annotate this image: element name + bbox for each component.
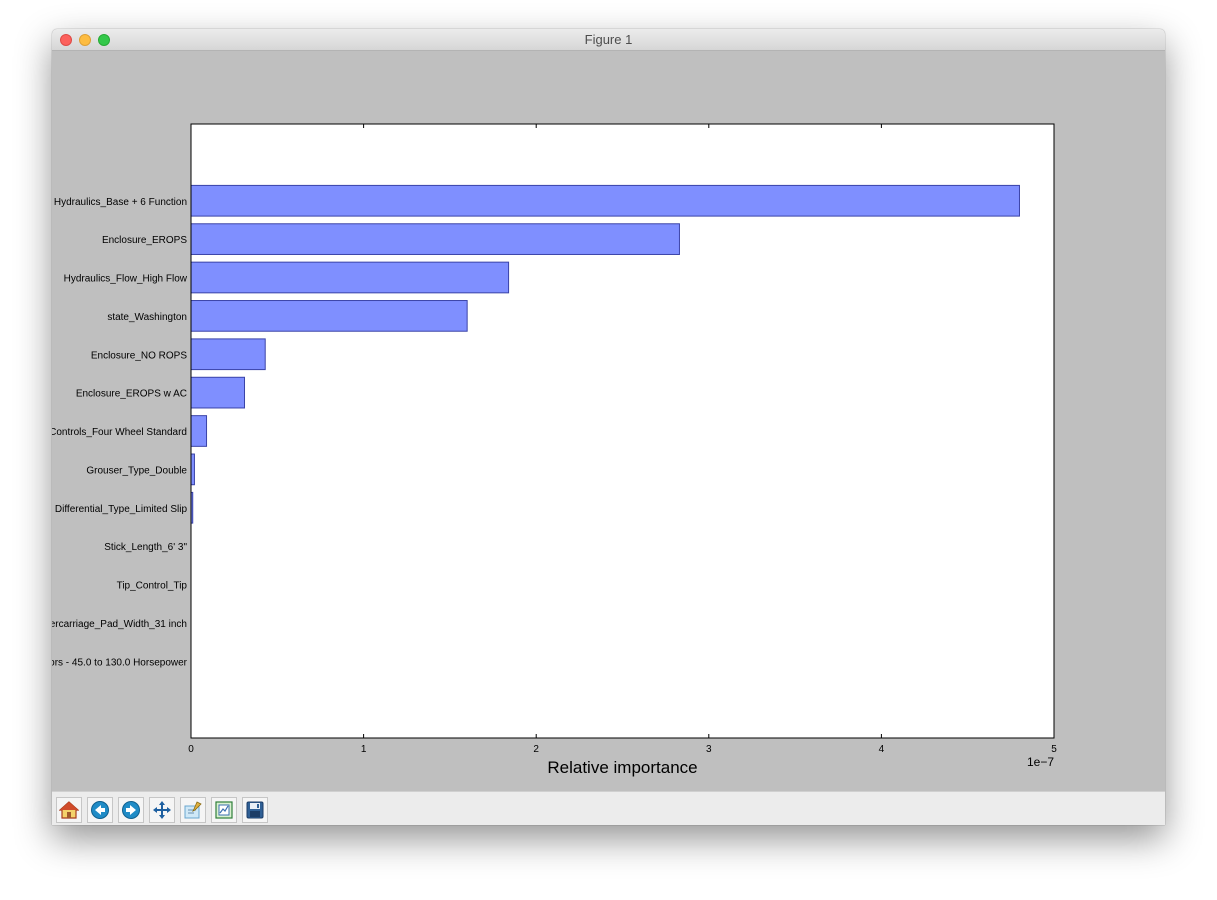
x-axis-offset-text: 1e−7 (1027, 755, 1054, 769)
y-tick-label: Undercarriage_Pad_Width_31 inch (52, 619, 187, 630)
x-tick-label: 5 (1051, 744, 1057, 755)
back-button[interactable] (87, 797, 113, 823)
y-tick-label: Enclosure_EROPS w AC (76, 389, 187, 400)
bar (190, 223, 680, 255)
back-icon (91, 801, 109, 819)
zoom-icon (184, 801, 202, 819)
x-tick-label: 0 (188, 744, 194, 755)
zoom-button[interactable] (180, 797, 206, 823)
subplots-icon (215, 801, 233, 819)
navigation-toolbar (52, 791, 1165, 825)
home-button[interactable] (56, 797, 82, 823)
subplots-button[interactable] (211, 797, 237, 823)
x-tick-label: 3 (706, 744, 712, 755)
forward-button[interactable] (118, 797, 144, 823)
y-tick-label: Stick_Length_6' 3" (104, 542, 187, 553)
y-tick-label: Enclosure_EROPS (102, 235, 187, 246)
pan-icon (153, 801, 171, 819)
forward-icon (122, 801, 140, 819)
figure-window: Figure 1 Hydraulics_Base + 6 Function Enc… (52, 29, 1165, 825)
pan-button[interactable] (149, 797, 175, 823)
bar (190, 415, 208, 447)
save-button[interactable] (242, 797, 268, 823)
x-axis-label: Relative importance (547, 758, 697, 777)
bar (190, 376, 246, 409)
x-tick-label: 4 (879, 744, 885, 755)
title-bar[interactable]: Figure 1 (52, 29, 1165, 51)
y-tick-label: Hydraulics_Flow_High Flow (64, 274, 188, 285)
bar (190, 300, 468, 332)
bar (190, 261, 510, 294)
figure-canvas[interactable]: Hydraulics_Base + 6 Function Enclosure_ER… (52, 51, 1165, 791)
bar (190, 338, 266, 371)
bar (190, 184, 1020, 217)
y-tick-label: Differential_Type_Limited Slip (55, 504, 188, 515)
y-tick-label: Hydraulics_Base + 6 Function (54, 197, 187, 208)
y-tick-label: ProductGroupDesc_Track Excavators - 45.0… (52, 657, 188, 668)
y-tick-label: Controls_Four Wheel Standard (52, 427, 187, 438)
window-title: Figure 1 (584, 32, 633, 47)
y-tick-label: Grouser_Type_Double (86, 465, 187, 476)
home-icon (59, 801, 79, 819)
save-icon (246, 801, 264, 819)
x-tick-label: 2 (533, 744, 539, 755)
bar (190, 453, 195, 486)
y-tick-label: state_Washington (107, 312, 187, 323)
y-tick-label: Enclosure_NO ROPS (91, 350, 187, 361)
y-tick-label: Tip_Control_Tip (117, 581, 188, 592)
x-tick-label: 1 (361, 744, 367, 755)
